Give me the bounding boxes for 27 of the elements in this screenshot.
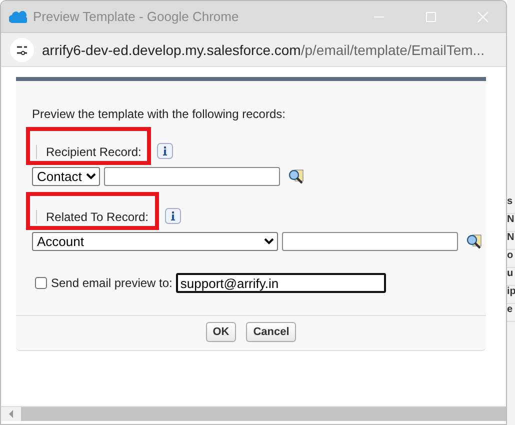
object-select[interactable]: Contact bbox=[32, 167, 100, 186]
horizontal-scrollbar[interactable] bbox=[1, 406, 506, 421]
record-input[interactable] bbox=[282, 232, 458, 251]
background-text: u bbox=[507, 268, 515, 286]
object-select[interactable]: Account bbox=[32, 232, 278, 251]
window-title: Preview Template - Google Chrome bbox=[33, 9, 240, 24]
send-checkbox[interactable] bbox=[35, 277, 47, 289]
background-text: N bbox=[507, 232, 515, 250]
background-text: e bbox=[507, 304, 515, 322]
scroll-left-icon[interactable] bbox=[1, 407, 21, 421]
info-icon[interactable] bbox=[164, 208, 181, 224]
background-text: N bbox=[507, 214, 515, 232]
site-settings-icon[interactable] bbox=[10, 38, 34, 62]
info-icon[interactable] bbox=[157, 143, 174, 159]
cloud-icon bbox=[9, 10, 27, 22]
lookup-icon[interactable] bbox=[466, 234, 482, 250]
intro-text: Preview the template with the following records: bbox=[32, 107, 286, 121]
background-text: o bbox=[507, 250, 515, 268]
send-label: Send email preview to: bbox=[51, 276, 172, 290]
ok-button[interactable]: OK bbox=[206, 322, 236, 342]
email-input[interactable]: support@arrify.in bbox=[176, 273, 386, 293]
record-input[interactable] bbox=[104, 167, 280, 186]
lookup-icon[interactable] bbox=[288, 168, 304, 184]
field-label: Related To Record: bbox=[36, 210, 149, 224]
field-label: Recipient Record: bbox=[36, 145, 142, 159]
background-text: s bbox=[507, 196, 515, 214]
cancel-button[interactable]: Cancel bbox=[246, 322, 296, 342]
